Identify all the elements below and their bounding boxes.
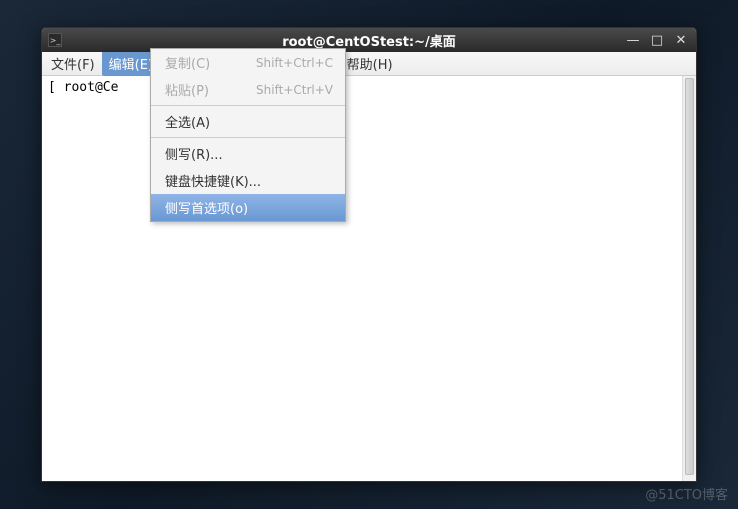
menu-item-label: 侧写(R)...: [165, 144, 223, 163]
watermark: @51CTO博客: [645, 484, 728, 503]
scrollbar-thumb[interactable]: [685, 78, 694, 475]
minimize-button[interactable]: —: [624, 32, 642, 48]
window-title: root@CentOStest:~/桌面: [282, 31, 456, 50]
menu-separator: [151, 137, 345, 138]
menu-item-label: 全选(A): [165, 112, 210, 131]
close-button[interactable]: ✕: [672, 32, 690, 48]
menu-separator: [151, 105, 345, 106]
menu-item-profile-preferences[interactable]: 侧写首选项(o): [151, 194, 345, 221]
menu-item-keyboard-shortcuts[interactable]: 键盘快捷键(K)...: [151, 167, 345, 194]
menu-file[interactable]: 文件(F): [44, 51, 102, 76]
window-controls: — □ ✕: [624, 32, 690, 48]
terminal-window: >_ root@CentOStest:~/桌面 — □ ✕ 文件(F) 编辑(E…: [41, 27, 697, 482]
titlebar[interactable]: >_ root@CentOStest:~/桌面 — □ ✕: [42, 28, 696, 52]
menu-item-shortcut: Shift+Ctrl+C: [256, 56, 333, 70]
maximize-button[interactable]: □: [648, 32, 666, 48]
menu-item-label: 侧写首选项(o): [165, 198, 248, 217]
menubar: 文件(F) 编辑(E) 查看(V) 搜索 (S) 终端(T) 帮助(H): [42, 52, 696, 76]
menu-item-profiles[interactable]: 侧写(R)...: [151, 140, 345, 167]
menu-item-label: 粘贴(P): [165, 80, 209, 99]
menu-item-shortcut: Shift+Ctrl+V: [256, 83, 333, 97]
menu-item-paste: 粘贴(P) Shift+Ctrl+V: [151, 76, 345, 103]
menu-item-select-all[interactable]: 全选(A): [151, 108, 345, 135]
menu-item-copy: 复制(C) Shift+Ctrl+C: [151, 49, 345, 76]
menu-help[interactable]: 帮助(H): [340, 51, 400, 76]
edit-dropdown-menu: 复制(C) Shift+Ctrl+C 粘贴(P) Shift+Ctrl+V 全选…: [150, 48, 346, 222]
scrollbar[interactable]: [682, 76, 696, 481]
terminal-icon: >_: [48, 33, 62, 47]
menu-item-label: 键盘快捷键(K)...: [165, 171, 261, 190]
terminal-content[interactable]: [ root@Ce: [42, 76, 696, 481]
menu-item-label: 复制(C): [165, 53, 210, 72]
terminal-prompt: [ root@Ce: [48, 80, 118, 95]
